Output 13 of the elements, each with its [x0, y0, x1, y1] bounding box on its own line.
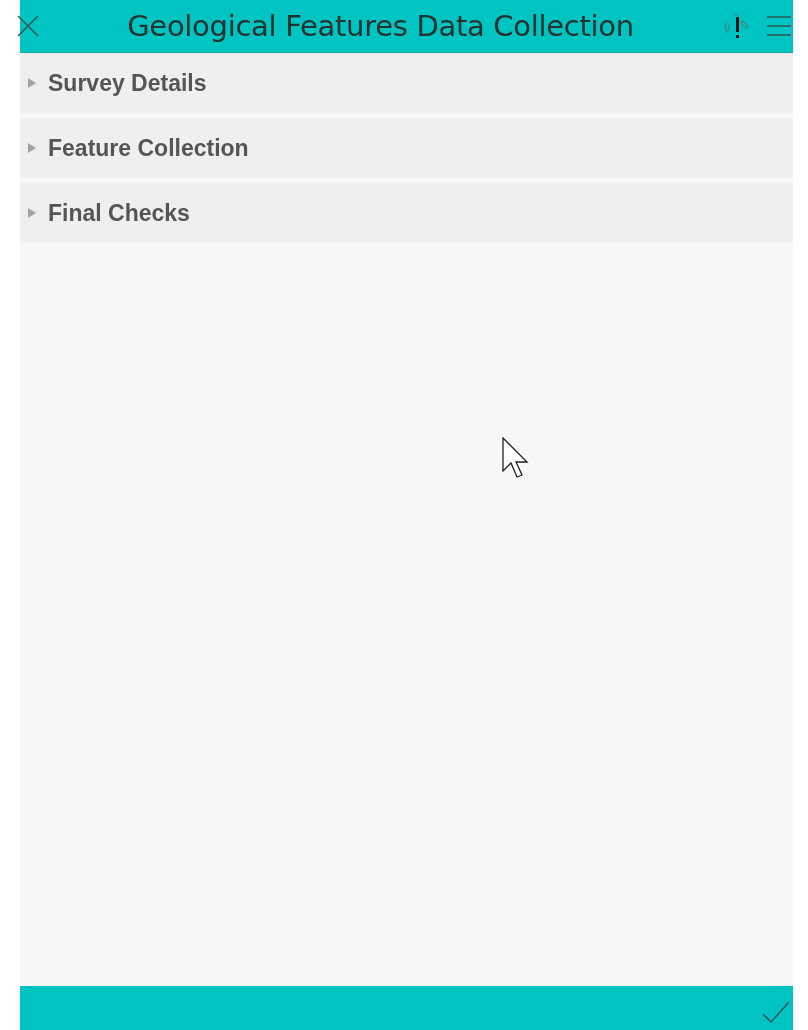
group-label: Feature Collection [48, 134, 249, 162]
group-label: Final Checks [48, 199, 190, 227]
menu-icon[interactable] [765, 14, 793, 38]
caret-icon [28, 78, 36, 88]
window-title: Geological Features Data Collection [126, 9, 635, 43]
check-icon[interactable] [761, 1000, 791, 1024]
group-header[interactable]: Final Checks [20, 183, 793, 243]
group-header[interactable]: Feature Collection [20, 118, 793, 178]
group-header[interactable]: Survey Details [20, 53, 793, 113]
caret-icon [28, 143, 36, 153]
group-label: Survey Details [48, 69, 207, 97]
caret-icon [28, 208, 36, 218]
close-icon[interactable] [16, 14, 40, 38]
